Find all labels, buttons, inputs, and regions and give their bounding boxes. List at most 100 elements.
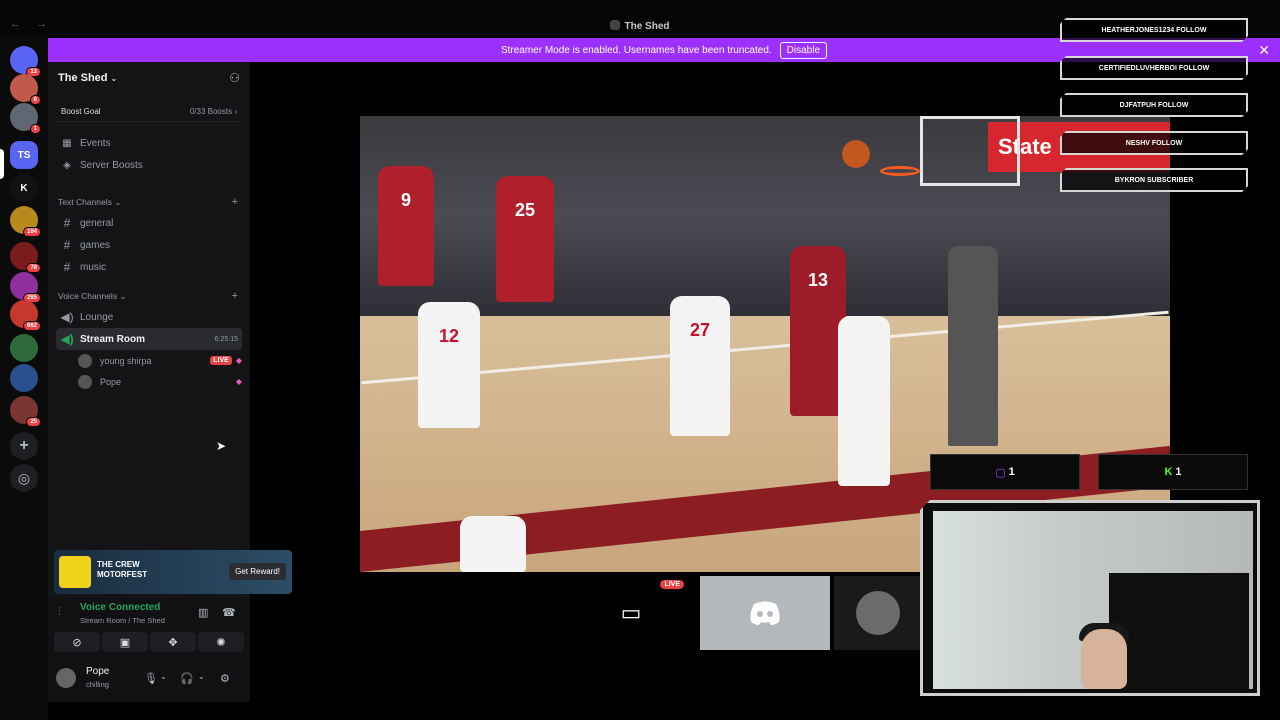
- server-icon[interactable]: 13: [10, 46, 41, 77]
- server-icon[interactable]: 285: [10, 272, 41, 303]
- voice-location[interactable]: Stream Room / The Shed: [80, 616, 165, 625]
- server-icon[interactable]: TS: [10, 141, 38, 169]
- calendar-icon: ▦: [62, 137, 72, 149]
- basketball: [842, 140, 870, 168]
- server-icon[interactable]: 78: [10, 242, 41, 273]
- chevron-down-icon[interactable]: ⌄: [198, 672, 205, 681]
- server-icon[interactable]: [10, 334, 38, 362]
- jersey-number: 9: [400, 190, 411, 210]
- voice-channel-stream-room[interactable]: ◀) Stream Room 6:25:15: [56, 328, 242, 350]
- server-header[interactable]: The Shed ⌄ ⚇: [48, 62, 250, 94]
- voice-channels-category[interactable]: Voice Channels ⌄ +: [48, 286, 250, 306]
- activities-icon: ✥: [168, 636, 178, 649]
- invite-people-icon[interactable]: ⚇: [229, 71, 240, 85]
- stream-thumbnail-screen[interactable]: ▭ LIVE: [566, 576, 696, 650]
- chevron-down-icon[interactable]: ⌄: [160, 672, 167, 681]
- player-wizards-27: 27: [670, 296, 730, 436]
- webcam-face: [1081, 629, 1127, 689]
- add-server-button[interactable]: +: [10, 432, 38, 460]
- settings-gear-icon[interactable]: ⚙: [220, 672, 230, 685]
- events-item[interactable]: ▦ Events: [48, 132, 250, 154]
- server-boosts-item[interactable]: ◈ Server Boosts: [48, 154, 250, 176]
- screen-share-button[interactable]: ▣: [102, 632, 148, 652]
- player-wizards-foreground: [460, 516, 526, 572]
- text-channel-games[interactable]: # games: [56, 234, 242, 256]
- server-icon[interactable]: 25: [10, 396, 41, 427]
- voice-user[interactable]: young shirpa LIVE ◆: [78, 350, 242, 371]
- headphones-icon[interactable]: 🎧: [180, 672, 194, 685]
- stream-alert: BYKRON SUBSCRIBER: [1060, 168, 1248, 192]
- avatar: [78, 374, 92, 389]
- window-title-text: The Shed: [624, 21, 670, 32]
- server-icon[interactable]: [10, 364, 38, 392]
- username[interactable]: Pope: [86, 666, 109, 677]
- channel-label: games: [80, 239, 111, 251]
- avatar[interactable]: [56, 668, 76, 688]
- server-icon: [610, 20, 621, 30]
- text-channels-category[interactable]: Text Channels ⌄ +: [48, 192, 250, 212]
- boost-goal-count: 0/33 Boosts ›: [190, 107, 237, 116]
- lounge-label: Lounge: [80, 311, 114, 323]
- close-banner-icon[interactable]: ✕: [1258, 42, 1270, 59]
- monitor-icon: ▭: [620, 600, 642, 625]
- server-icon[interactable]: K: [10, 174, 38, 202]
- stream-thumbnail-user[interactable]: [834, 576, 922, 650]
- voice-panel: ⫶ Voice Connected Stream Room / The Shed…: [48, 598, 250, 702]
- voice-user-name: Pope: [100, 376, 122, 387]
- user-status: chilling: [86, 680, 109, 689]
- server-rail: 13 6 1 TS K 104 78 285 662 25 + ◎: [0, 36, 48, 720]
- activities-button[interactable]: ✥: [150, 632, 196, 652]
- stream-thumbnail-discord[interactable]: [700, 576, 830, 650]
- player-heat-25: 25: [496, 176, 554, 302]
- notification-badge: 78: [26, 263, 41, 273]
- webcam-overlay: [920, 500, 1260, 696]
- create-text-channel-icon[interactable]: +: [232, 196, 238, 208]
- twitch-count: 1: [1008, 466, 1015, 478]
- server-icon[interactable]: 104: [10, 206, 41, 237]
- stream-alert: CERTIFIEDLUVHERBOI FOLLOW: [1060, 56, 1248, 80]
- chevron-down-icon: ⌄: [114, 196, 122, 207]
- server-icon[interactable]: 662: [10, 300, 41, 331]
- speaker-icon: ◀): [60, 310, 74, 324]
- microphone-icon[interactable]: 🎙: [144, 672, 158, 685]
- discover-servers-icon[interactable]: ◎: [10, 464, 38, 492]
- disable-streamer-mode-button[interactable]: Disable: [779, 41, 828, 59]
- stream-room-timer: 6:25:15: [214, 335, 238, 343]
- server-icon[interactable]: 1: [10, 103, 41, 134]
- notification-badge: 25: [26, 417, 41, 427]
- discord-logo-icon: [750, 601, 780, 625]
- events-label: Events: [80, 137, 111, 149]
- voice-user[interactable]: Pope ◆: [78, 371, 242, 392]
- camera-off-icon: ⊘: [72, 636, 82, 649]
- promo-banner[interactable]: THE CREW MOTORFEST Get Reward!: [54, 550, 292, 594]
- camera-off-button[interactable]: ⊘: [54, 632, 100, 652]
- voice-connected-status[interactable]: Voice Connected: [80, 602, 160, 613]
- jersey-number: 25: [514, 200, 536, 220]
- text-channel-music[interactable]: # music: [56, 256, 242, 278]
- chevron-down-icon: ⌄: [110, 73, 118, 83]
- chevron-down-icon: ⌄: [119, 290, 127, 301]
- get-reward-button[interactable]: Get Reward!: [229, 563, 286, 580]
- disconnect-icon[interactable]: ☎: [222, 606, 236, 619]
- server-icon[interactable]: 6: [10, 74, 41, 105]
- signal-icon[interactable]: ⫶: [58, 606, 61, 619]
- create-voice-channel-icon[interactable]: +: [232, 290, 238, 302]
- nitro-gem-icon: ◆: [235, 377, 242, 386]
- text-channel-general[interactable]: # general: [56, 212, 242, 234]
- webcam-doorway: [1109, 573, 1249, 689]
- soundboard-button[interactable]: ✺: [198, 632, 244, 652]
- promo-brand-line1: THE CREW: [97, 560, 140, 569]
- screen-share-icon: ▣: [119, 636, 131, 649]
- promo-brand-line2: MOTORFEST: [97, 570, 148, 579]
- server-boosts-label: Server Boosts: [80, 159, 143, 171]
- player-wizards-12: 12: [418, 302, 480, 428]
- server-abbr: K: [20, 182, 28, 194]
- kick-icon: K: [1164, 466, 1173, 478]
- promo-brand: THE CREW MOTORFEST: [97, 560, 147, 580]
- player-wizards-defender: [838, 316, 890, 486]
- soundboard-icon[interactable]: ▥: [198, 606, 208, 619]
- voice-channel-lounge[interactable]: ◀) Lounge: [56, 306, 242, 328]
- kick-count: 1: [1175, 466, 1182, 478]
- boost-count-text: 0/33 Boosts: [189, 107, 233, 116]
- boost-goal[interactable]: Boost Goal 0/33 Boosts ›: [56, 102, 242, 122]
